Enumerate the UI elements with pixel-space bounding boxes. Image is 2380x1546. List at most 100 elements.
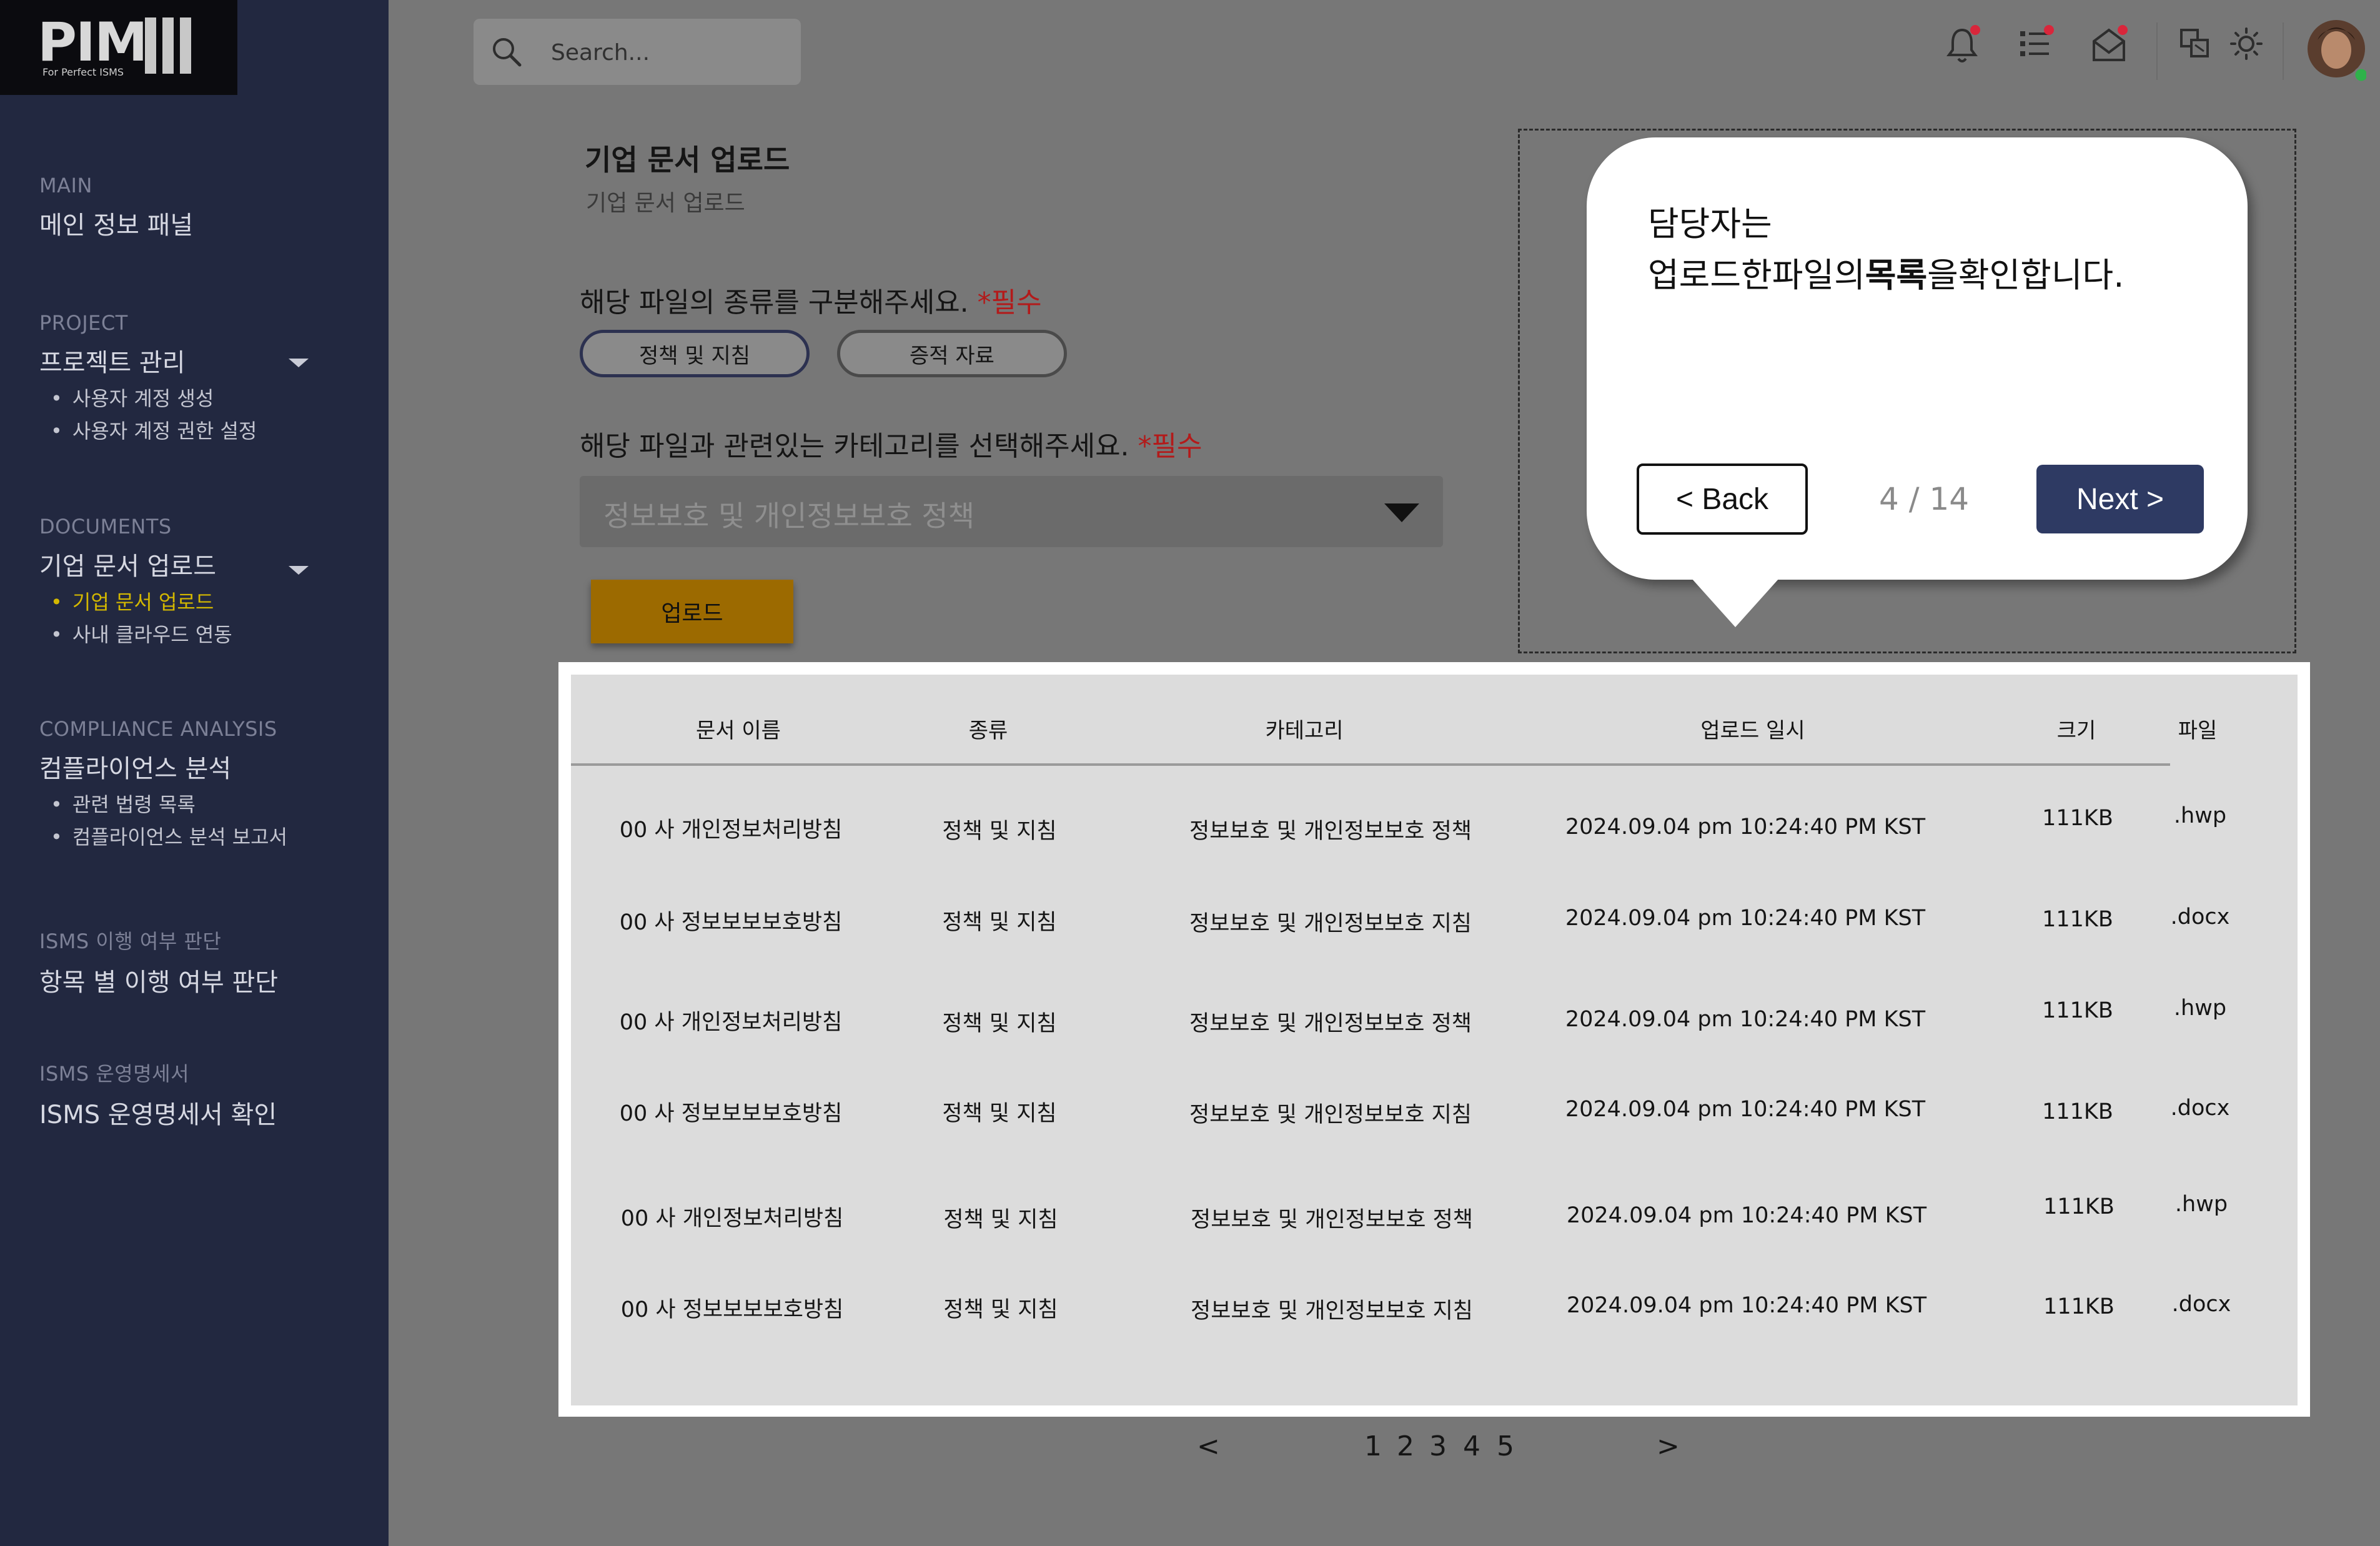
table-cell: 정책 및 지침 bbox=[943, 1207, 1058, 1232]
table-cell[interactable]: 00 사 개인정보처리방침 bbox=[620, 1004, 843, 1036]
nav-item-main-panel[interactable]: 메인 정보 패널 bbox=[39, 205, 193, 241]
column-header-doc-name[interactable]: 문서 이름 bbox=[696, 713, 781, 744]
nav-item-isms-spec[interactable]: ISMS 운영명세서 확인 bbox=[39, 1094, 277, 1131]
table-cell: 111KB bbox=[2043, 1194, 2115, 1219]
nav-subitem-compliance-report[interactable]: • 컴플라이언스 분석 보고서 bbox=[51, 821, 287, 853]
table-cell: 2024.09.04 pm 10:24:40 PM KST bbox=[1565, 1097, 1926, 1122]
nav-subitem-label: 컴플라이언스 분석 보고서 bbox=[72, 825, 288, 849]
table-cell: 정보보호 및 개인정보보호 지침 bbox=[1189, 911, 1472, 936]
nav-item-document-upload[interactable]: 기업 문서 업로드 bbox=[39, 546, 232, 582]
divider bbox=[2156, 22, 2158, 80]
step-counter: 4 / 14 bbox=[1879, 481, 1970, 517]
table-cell: 정책 및 지침 bbox=[943, 1297, 1058, 1322]
sun-icon[interactable] bbox=[2229, 25, 2264, 62]
table-cell: 정책 및 지침 bbox=[942, 1011, 1057, 1036]
nav-subitem-related-laws[interactable]: • 관련 법령 목록 bbox=[51, 788, 287, 821]
table-cell: 정보보호 및 개인정보보호 지침 bbox=[1191, 1299, 1473, 1324]
pagination-page-5[interactable]: 5 bbox=[1497, 1430, 1514, 1462]
table-cell: 111KB bbox=[2042, 1099, 2113, 1124]
nav-subitem-document-upload[interactable]: • 기업 문서 업로드 bbox=[51, 586, 232, 618]
nav-item-project-management[interactable]: 프로젝트 관리 bbox=[39, 342, 257, 379]
category-select[interactable]: 정보보호 및 개인정보보호 정책 bbox=[580, 476, 1443, 547]
table-cell[interactable]: 00 사 정보보보보호방침 bbox=[621, 1292, 844, 1324]
nav-section-main: MAIN 메인 정보 패널 bbox=[39, 174, 193, 241]
table-cell[interactable]: 00 사 개인정보처리방침 bbox=[620, 812, 843, 844]
chevron-down-icon[interactable] bbox=[289, 566, 309, 575]
file-type-option-policy[interactable]: 정책 및 지침 bbox=[580, 330, 810, 377]
column-header-category[interactable]: 카테고리 bbox=[1265, 713, 1343, 744]
nav-section-isms-judgment: ISMS 이행 여부 판단 항목 별 이행 여부 판단 bbox=[39, 926, 278, 998]
translate-icon[interactable] bbox=[2178, 25, 2213, 62]
logo[interactable]: PIM For Perfect ISMS bbox=[0, 0, 237, 95]
table-cell: 111KB bbox=[2042, 806, 2113, 831]
table-cell: 정보보호 및 개인정보보호 정책 bbox=[1189, 1011, 1472, 1036]
table-cell[interactable]: 00 사 정보보보보호방침 bbox=[620, 1096, 843, 1127]
table-cell: 2024.09.04 pm 10:24:40 PM KST bbox=[1565, 1007, 1926, 1032]
nav-item-compliance-analysis[interactable]: 컴플라이언스 분석 bbox=[39, 748, 287, 785]
table-cell: .hwp bbox=[2174, 1192, 2228, 1217]
pagination-page-4[interactable]: 4 bbox=[1463, 1430, 1480, 1462]
nav-item-implementation-judgment[interactable]: 항목 별 이행 여부 판단 bbox=[39, 962, 278, 998]
question-text: 해당 파일의 종류를 구분해주세요. bbox=[580, 287, 969, 319]
nav-section-documents: DOCUMENTS 기업 문서 업로드 • 기업 문서 업로드 • 사내 클라우드 … bbox=[39, 515, 232, 651]
required-mark: *필수 bbox=[977, 287, 1042, 319]
column-header-type[interactable]: 종류 bbox=[969, 713, 1008, 744]
question-text: 해당 파일과 관련있는 카테고리를 선택해주세요. bbox=[580, 430, 1129, 462]
nav-subitem-label: 관련 법령 목록 bbox=[72, 793, 196, 816]
table-cell: 정보보호 및 개인정보보호 정책 bbox=[1189, 819, 1472, 844]
table-cell: .docx bbox=[2171, 1292, 2231, 1317]
notification-dot bbox=[2118, 25, 2128, 35]
table-cell: .hwp bbox=[2173, 996, 2227, 1021]
nav-subitem-cloud-sync[interactable]: • 사내 클라우드 연동 bbox=[51, 618, 232, 651]
file-type-option-evidence[interactable]: 증적 자료 bbox=[837, 330, 1067, 377]
table-cell: 정보보호 및 개인정보보호 정책 bbox=[1191, 1207, 1473, 1232]
back-button[interactable]: < Back bbox=[1637, 463, 1808, 535]
nav-section-project: PROJECT 프로젝트 관리 • 사용자 계정 생성 • 사용자 계정 권한 설정 bbox=[39, 311, 257, 447]
avatar[interactable] bbox=[2306, 17, 2366, 82]
table-cell: .hwp bbox=[2173, 803, 2227, 828]
nav-section-isms-spec: ISMS 운영명세서 ISMS 운영명세서 확인 bbox=[39, 1058, 277, 1131]
pagination-page-3[interactable]: 3 bbox=[1429, 1430, 1447, 1462]
chevron-down-icon[interactable] bbox=[289, 359, 309, 367]
bullet: • bbox=[51, 825, 62, 849]
table-cell: .docx bbox=[2170, 1096, 2230, 1121]
table-cell[interactable]: 00 사 개인정보처리방침 bbox=[621, 1201, 844, 1232]
tooltip-line-2: 업로드한파일의목록을확인합니다. bbox=[1648, 250, 2124, 301]
required-mark: *필수 bbox=[1138, 430, 1202, 462]
nav-caption: DOCUMENTS bbox=[39, 515, 172, 538]
upload-button[interactable]: 업로드 bbox=[591, 580, 793, 643]
category-select-value: 정보보호 및 개인정보보호 정책 bbox=[603, 499, 975, 533]
pagination-prev[interactable]: < bbox=[1197, 1430, 1220, 1462]
nav-caption: ISMS 이행 여부 판단 bbox=[39, 929, 222, 953]
search-placeholder: Search... bbox=[551, 40, 650, 66]
notification-dot bbox=[1970, 25, 1980, 35]
table-cell[interactable]: 00 사 정보보보보호방침 bbox=[620, 904, 843, 936]
table-cell: 111KB bbox=[2043, 1294, 2115, 1319]
pagination-next[interactable]: > bbox=[1657, 1430, 1680, 1462]
category-question: 해당 파일과 관련있는 카테고리를 선택해주세요. *필수 bbox=[580, 424, 1202, 463]
table-cell: 정책 및 지침 bbox=[942, 819, 1057, 844]
nav-subitem-create-account[interactable]: • 사용자 계정 생성 bbox=[51, 382, 257, 415]
nav-subitem-account-permissions[interactable]: • 사용자 계정 권한 설정 bbox=[51, 415, 257, 447]
tooltip-text-emphasis: 목록 bbox=[1865, 255, 1928, 295]
search-input[interactable]: Search... bbox=[474, 19, 801, 85]
logo-text: PIM bbox=[37, 11, 148, 74]
table-cell: 정보보호 및 개인정보보호 지침 bbox=[1189, 1103, 1472, 1127]
nav-section-compliance: COMPLIANCE ANALYSIS 컴플라이언스 분석 • 관련 법령 목록 … bbox=[39, 717, 287, 853]
logo-bars-icon bbox=[145, 17, 197, 76]
pagination-page-2[interactable]: 2 bbox=[1397, 1430, 1414, 1462]
column-header-file[interactable]: 파일 bbox=[2178, 713, 2218, 744]
nav-caption: MAIN bbox=[39, 174, 92, 197]
next-button[interactable]: Next > bbox=[2036, 465, 2204, 533]
table-cell: 2024.09.04 pm 10:24:40 PM KST bbox=[1565, 906, 1926, 931]
bullet: • bbox=[51, 623, 62, 647]
divider bbox=[2283, 22, 2284, 80]
column-header-size[interactable]: 크기 bbox=[2057, 713, 2096, 744]
tooltip-text-part: 업로드한파일의 bbox=[1648, 255, 1865, 295]
pagination-page-1[interactable]: 1 bbox=[1364, 1430, 1382, 1462]
column-header-uploaded-at[interactable]: 업로드 일시 bbox=[1700, 713, 1805, 744]
notification-dot bbox=[2044, 25, 2054, 35]
nav-subitem-label: 기업 문서 업로드 bbox=[72, 590, 214, 614]
logo-tagline: For Perfect ISMS bbox=[42, 66, 124, 78]
nav-subitem-label: 사용자 계정 생성 bbox=[72, 387, 214, 410]
